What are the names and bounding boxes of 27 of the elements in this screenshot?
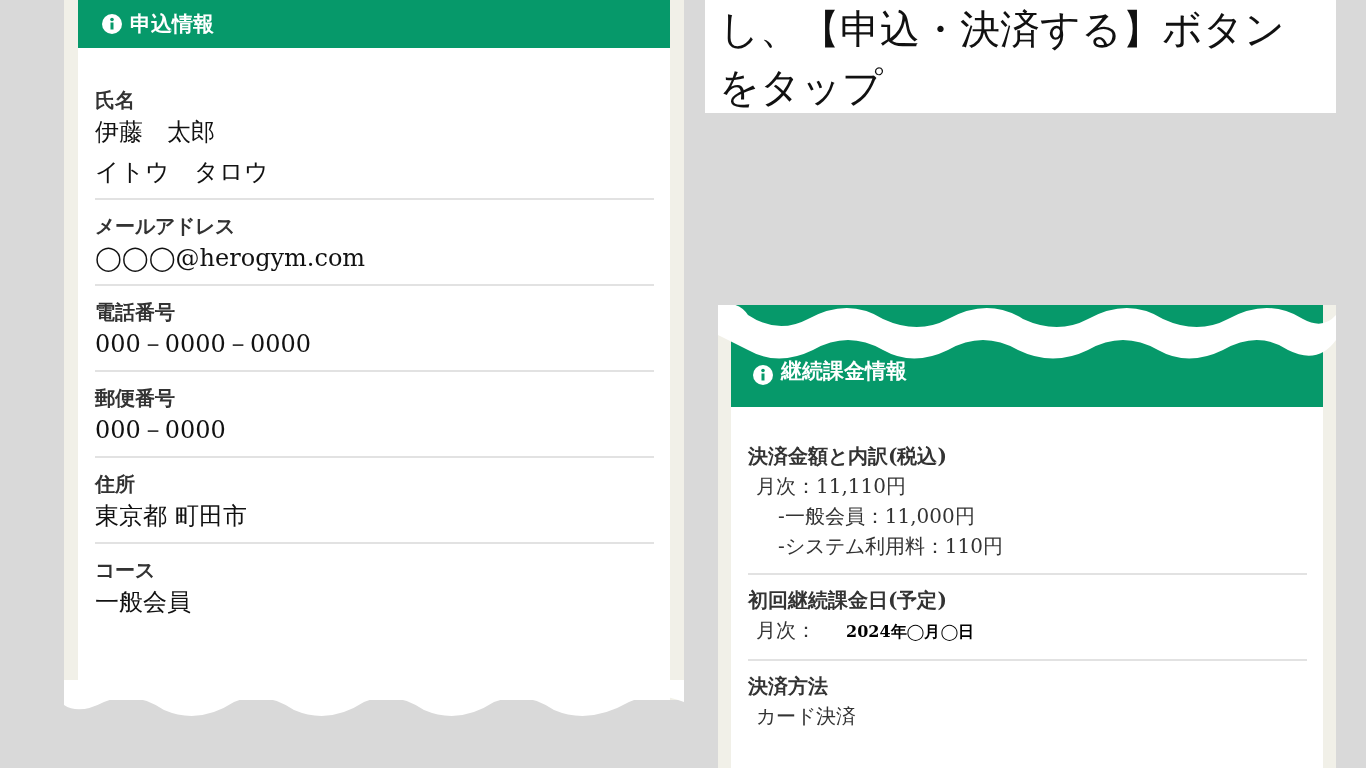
field-value: 月次：11,110円: [756, 474, 906, 498]
field-value: カード決済: [756, 704, 856, 728]
field-value: -システム利用料：110円: [778, 534, 1003, 558]
info-icon: [753, 365, 773, 385]
field-value: 月次：: [756, 618, 816, 642]
field-label: 郵便番号: [95, 385, 176, 412]
info-icon: [102, 14, 122, 34]
field-label: 氏名: [95, 87, 136, 114]
date-value: 2024年◯月◯日: [846, 622, 975, 641]
field-value: イトウ タロウ: [95, 157, 270, 188]
field-label: 住所: [95, 471, 136, 498]
field-value: 000－0000－0000: [95, 329, 312, 360]
section-title: 申込情報: [130, 10, 214, 38]
field-value: 伊藤 太郎: [95, 117, 216, 148]
field-label: コース: [95, 557, 156, 584]
section-title: 継続課金情報: [781, 357, 907, 385]
instruction-text: し、【申込・決済する】ボタンをタップ: [705, 0, 1336, 113]
field-value: 000－0000: [95, 415, 227, 446]
field-label: 電話番号: [95, 299, 176, 326]
field-label: メールアドレス: [95, 213, 236, 240]
field-label: 決済金額と内訳(税込): [748, 443, 948, 470]
field-value: 一般会員: [95, 587, 192, 618]
field-label: 決済方法: [748, 673, 829, 700]
field-value: 東京都 町田市: [95, 501, 248, 532]
field-label: 初回継続課金日(予定): [748, 587, 948, 614]
field-value: -一般会員：11,000円: [778, 504, 975, 528]
field-value: ◯◯◯@herogym.com: [95, 243, 367, 274]
